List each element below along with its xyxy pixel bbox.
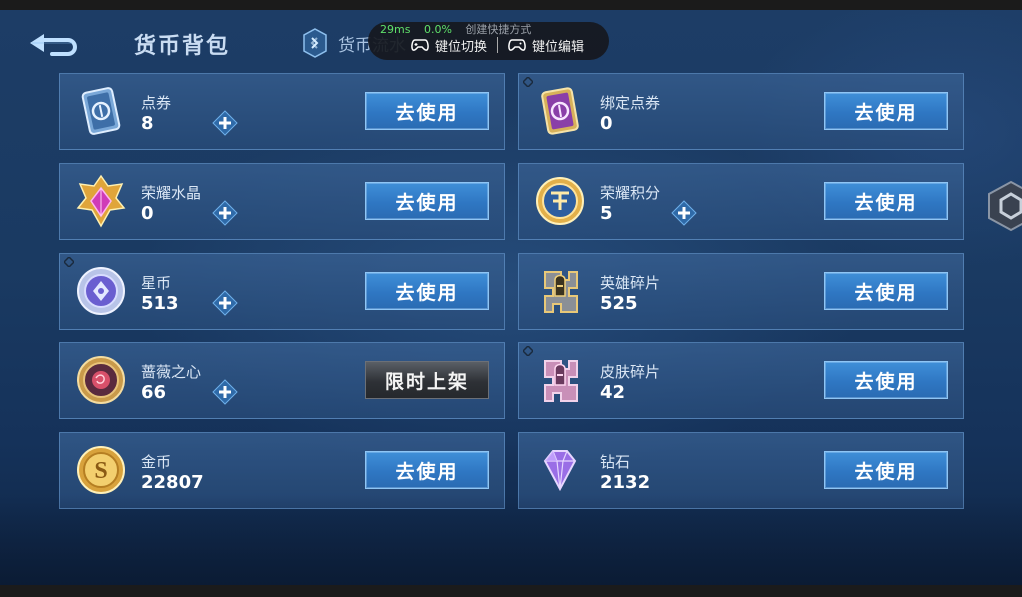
currency-card-gold: S 金币 22807 去使用 bbox=[59, 432, 505, 509]
currency-amount: 2132 bbox=[600, 472, 651, 493]
currency-name: 荣耀水晶 bbox=[141, 184, 202, 202]
currency-amount: 22807 bbox=[141, 472, 204, 493]
glory-points-coin-icon bbox=[536, 177, 584, 225]
star-coin-icon bbox=[77, 267, 125, 315]
add-star-coin-plus-icon[interactable] bbox=[212, 290, 238, 316]
key-edit-button[interactable]: 键位编辑 bbox=[498, 36, 594, 55]
currency-amount: 513 bbox=[141, 293, 179, 314]
key-switch-button[interactable]: 键位切换 bbox=[401, 36, 497, 55]
currency-card-skin-fragment: 皮肤碎片 42 去使用 bbox=[518, 342, 964, 419]
currency-card-star-coin: 星币 513 去使用 bbox=[59, 253, 505, 330]
ping-readout: 29ms bbox=[380, 23, 411, 36]
key-edit-label: 键位编辑 bbox=[532, 39, 585, 55]
currency-amount: 8 bbox=[141, 113, 154, 134]
use-glory-crystal-button[interactable]: 去使用 bbox=[365, 182, 489, 220]
use-voucher-button[interactable]: 去使用 bbox=[365, 92, 489, 130]
add-voucher-plus-icon[interactable] bbox=[212, 110, 238, 136]
gamepad-icon bbox=[411, 39, 429, 51]
use-glory-points-button[interactable]: 去使用 bbox=[824, 182, 948, 220]
back-arrow-icon bbox=[30, 34, 77, 56]
use-gold-button[interactable]: 去使用 bbox=[365, 451, 489, 489]
window-frame-top bbox=[0, 0, 1022, 10]
limited-time-button: 限时上架 bbox=[365, 361, 489, 399]
currency-name: 皮肤碎片 bbox=[600, 363, 661, 381]
key-mapping-toolbar: 29ms 0.0% 创建快捷方式 键位切换 键位编辑 bbox=[368, 22, 609, 60]
currency-card-diamond: 钻石 2132 去使用 bbox=[518, 432, 964, 509]
currency-card-glory-points: 荣耀积分 5 去使用 bbox=[518, 163, 964, 240]
currency-name: 英雄碎片 bbox=[600, 274, 661, 292]
bound-voucher-card-icon bbox=[541, 87, 579, 135]
use-hero-fragment-button[interactable]: 去使用 bbox=[824, 272, 948, 310]
gamepad-edit-icon bbox=[508, 39, 526, 51]
use-diamond-button[interactable]: 去使用 bbox=[824, 451, 948, 489]
currency-name: 荣耀积分 bbox=[600, 184, 661, 202]
currency-name: 蔷薇之心 bbox=[141, 363, 202, 381]
back-button[interactable] bbox=[22, 28, 82, 60]
currency-card-rose-heart: 蔷薇之心 66 限时上架 bbox=[59, 342, 505, 419]
hexagon-handle-icon bbox=[988, 180, 1022, 232]
currency-amount: 0 bbox=[600, 113, 613, 134]
currency-name: 钻石 bbox=[600, 453, 631, 471]
rose-heart-icon bbox=[77, 356, 125, 404]
gold-coin-icon: S bbox=[77, 446, 125, 494]
currency-amount: 66 bbox=[141, 382, 167, 403]
currency-name: 点券 bbox=[141, 94, 172, 112]
use-skin-fragment-button[interactable]: 去使用 bbox=[824, 361, 948, 399]
currency-card-voucher: 点券 8 去使用 bbox=[59, 73, 505, 150]
glory-crystal-icon bbox=[76, 174, 126, 228]
network-status-readout: 29ms 0.0% 创建快捷方式 bbox=[380, 21, 531, 37]
use-star-coin-button[interactable]: 去使用 bbox=[365, 272, 489, 310]
window-frame-bottom bbox=[0, 585, 1022, 597]
skin-fragment-icon bbox=[544, 360, 578, 402]
currency-card-bound-voucher: 绑定点券 0 去使用 bbox=[518, 73, 964, 150]
shortcut-hint: 创建快捷方式 bbox=[465, 23, 532, 36]
page-title: 货币背包 bbox=[134, 34, 231, 59]
currency-bag-screen: 货币背包 货币流水 点券 8 去使用 bbox=[0, 10, 1022, 585]
currency-amount: 42 bbox=[600, 382, 626, 403]
voucher-card-icon bbox=[81, 87, 121, 135]
add-glory-points-plus-icon[interactable] bbox=[671, 200, 697, 226]
packet-loss-readout: 0.0% bbox=[423, 23, 452, 36]
currency-card-hero-fragment: 英雄碎片 525 去使用 bbox=[518, 253, 964, 330]
side-menu-handle[interactable] bbox=[985, 180, 1022, 232]
add-glory-crystal-plus-icon[interactable] bbox=[212, 200, 238, 226]
hero-fragment-icon bbox=[544, 271, 578, 313]
add-rose-heart-plus-icon[interactable] bbox=[212, 379, 238, 405]
diamond-icon bbox=[543, 450, 577, 492]
key-switch-label: 键位切换 bbox=[435, 39, 488, 55]
use-bound-voucher-button[interactable]: 去使用 bbox=[824, 92, 948, 130]
currency-name: 金币 bbox=[141, 453, 172, 471]
currency-name: 星币 bbox=[141, 274, 172, 292]
currency-card-glory-crystal: 荣耀水晶 0 去使用 bbox=[59, 163, 505, 240]
ledger-icon bbox=[303, 28, 327, 58]
svg-text:S: S bbox=[94, 458, 107, 484]
currency-amount: 5 bbox=[600, 203, 613, 224]
currency-amount: 0 bbox=[141, 203, 154, 224]
currency-amount: 525 bbox=[600, 293, 638, 314]
currency-name: 绑定点券 bbox=[600, 94, 661, 112]
